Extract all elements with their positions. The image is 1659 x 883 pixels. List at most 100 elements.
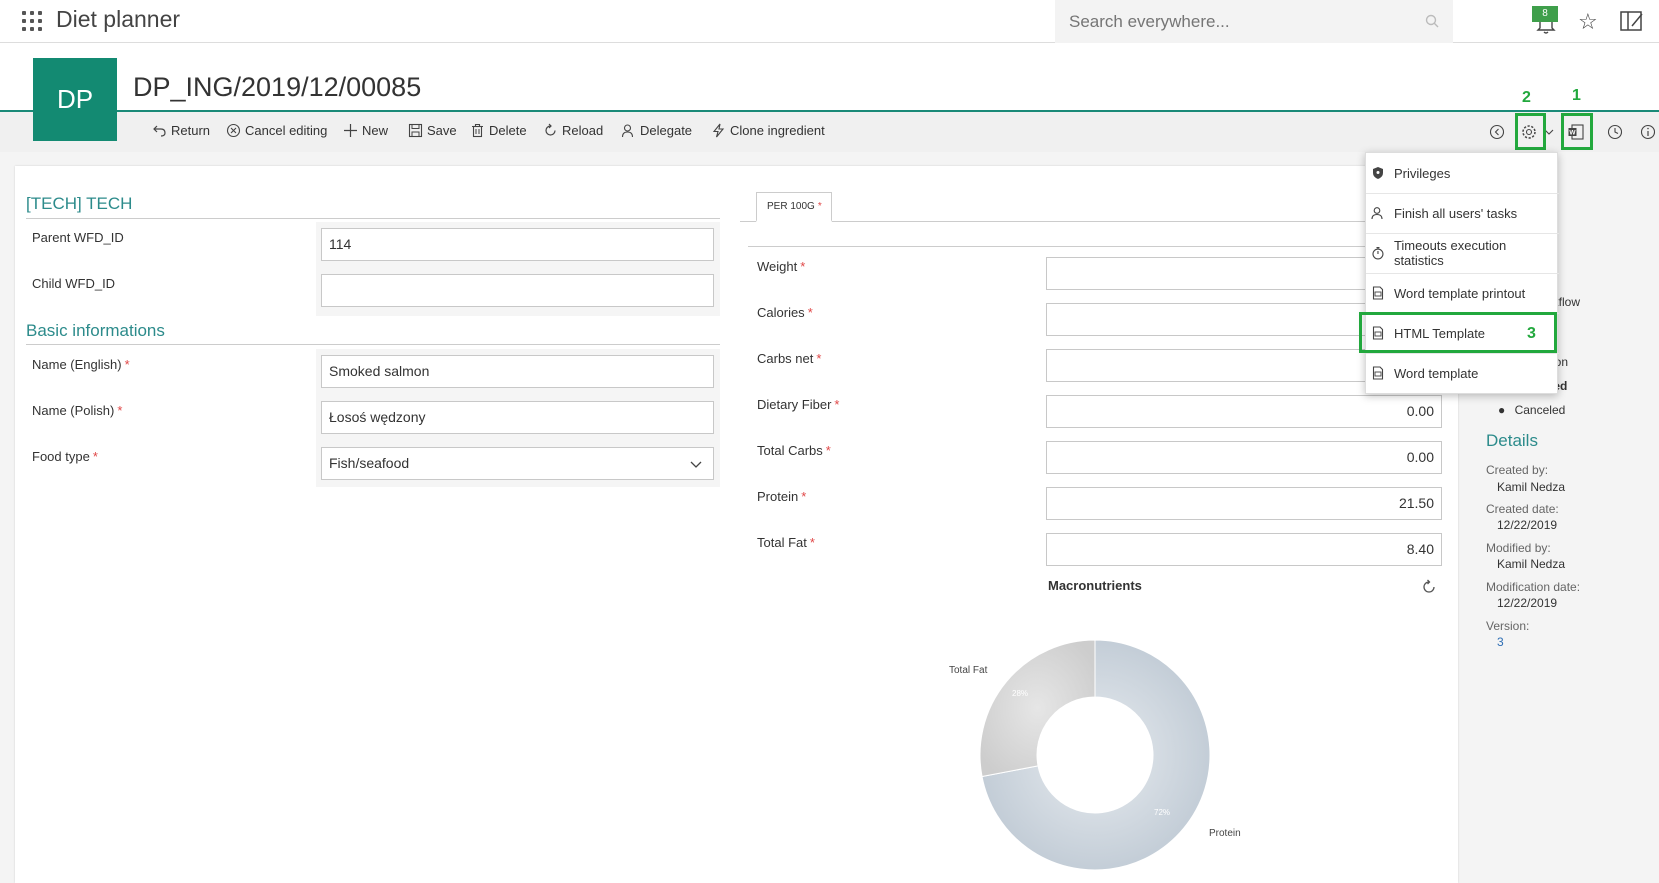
- clone-ingredient-button[interactable]: Clone ingredient: [711, 123, 825, 138]
- protein-text: Protein: [757, 489, 799, 504]
- created-by-label: Created by:: [1486, 463, 1549, 477]
- tech-section-divider: [26, 218, 720, 219]
- menu-item-privileges-label: Privileges: [1394, 165, 1451, 181]
- delete-label: Delete: [489, 123, 527, 138]
- required-marker: *: [809, 535, 815, 550]
- modification-date-label: Modification date:: [1486, 580, 1581, 594]
- food-type-label: Food type *: [32, 449, 98, 464]
- canceled-item: ● Canceled: [1498, 403, 1566, 417]
- refresh-icon[interactable]: [1420, 578, 1438, 596]
- clock-icon[interactable]: [1606, 123, 1624, 141]
- cancel-editing-button[interactable]: Cancel editing: [226, 123, 327, 138]
- annotation-2: 2: [1522, 89, 1531, 106]
- star-icon[interactable]: ☆: [1578, 9, 1598, 35]
- donut-slice-total-fat[interactable]: [979, 639, 1096, 778]
- annotation-1: 1: [1572, 87, 1581, 104]
- tab-strip-line: [740, 221, 1420, 222]
- protein-label: Protein *: [757, 489, 806, 504]
- cancel-circle-icon: [226, 123, 241, 138]
- dietary-fiber-field[interactable]: 0.00: [1046, 395, 1442, 428]
- required-marker: *: [817, 201, 822, 212]
- save-button[interactable]: Save: [408, 123, 457, 138]
- app-launcher-icon[interactable]: [22, 11, 42, 31]
- page-title: DP_ING/2019/12/00085: [133, 72, 422, 102]
- action-toolbar: Return Cancel editing New Save Delete Re…: [0, 112, 1659, 152]
- delegate-button[interactable]: Delegate: [621, 123, 692, 138]
- highlight-word: [1561, 113, 1593, 150]
- dietary-fiber-text: Dietary Fiber: [757, 397, 832, 412]
- layout-icon[interactable]: [1620, 10, 1644, 32]
- chart-title: Macronutrients: [1048, 578, 1142, 593]
- name-polish-field[interactable]: Łosoś wędzony: [321, 401, 714, 434]
- name-polish-text: Name (Polish): [32, 403, 115, 418]
- total-fat-field[interactable]: 8.40: [1046, 533, 1442, 566]
- food-type-select[interactable]: Fish/seafood: [321, 447, 714, 480]
- required-marker: *: [92, 449, 98, 464]
- search-icon[interactable]: [1425, 14, 1439, 28]
- menu-item-word-printout[interactable]: Word template printout: [1366, 273, 1559, 313]
- child-wfd-label: Child WFD_ID: [32, 276, 116, 291]
- total-carbs-label: Total Carbs *: [757, 443, 831, 458]
- required-marker: *: [807, 305, 813, 320]
- return-label: Return: [171, 123, 211, 138]
- name-polish-label: Name (Polish) *: [32, 403, 122, 418]
- trash-icon: [472, 123, 483, 138]
- required-marker: *: [800, 259, 806, 274]
- clone-ingredient-label: Clone ingredient: [730, 123, 825, 138]
- document-icon: [1372, 366, 1384, 380]
- created-date-label: Created date:: [1486, 502, 1559, 516]
- created-by-value: Kamil Nedza: [1497, 480, 1566, 494]
- save-icon: [408, 123, 423, 138]
- return-button[interactable]: Return: [152, 123, 210, 138]
- top-bar: Diet planner 8 ☆: [0, 0, 1659, 43]
- child-wfd-field[interactable]: [321, 274, 714, 307]
- required-marker: *: [816, 351, 822, 366]
- delegate-label: Delegate: [640, 123, 693, 138]
- tab-per-100g-label: PER 100G: [767, 201, 815, 212]
- parent-wfd-field[interactable]: 114: [321, 228, 714, 261]
- highlight-gear: [1515, 113, 1546, 150]
- person-icon: [1371, 207, 1383, 220]
- menu-item-timeouts[interactable]: Timeouts execution statistics: [1366, 233, 1559, 273]
- modified-by-value: Kamil Nedza: [1497, 557, 1566, 571]
- menu-item-finish-tasks[interactable]: Finish all users' tasks: [1366, 193, 1559, 233]
- shield-icon: [1373, 167, 1383, 179]
- basic-section-title: Basic informations: [26, 321, 165, 340]
- tech-section-title: [TECH] TECH: [26, 194, 133, 213]
- slice-percent-fat: 28%: [1012, 689, 1029, 698]
- required-marker: *: [825, 443, 831, 458]
- name-english-field[interactable]: Smoked salmon: [321, 355, 714, 388]
- settings-dropdown-menu: Privileges Finish all users' tasks Timeo…: [1365, 152, 1559, 394]
- tab-content-divider: [748, 246, 1418, 247]
- parent-wfd-label: Parent WFD_ID: [32, 230, 124, 245]
- slice-percent-protein: 72%: [1154, 808, 1171, 817]
- reload-button[interactable]: Reload: [543, 123, 603, 138]
- created-date-value: 12/22/2019: [1497, 518, 1558, 532]
- weight-label: Weight *: [757, 259, 805, 274]
- circle-left-icon[interactable]: [1488, 123, 1506, 141]
- version-link[interactable]: 3: [1497, 635, 1504, 649]
- return-icon: [153, 125, 166, 137]
- new-button[interactable]: New: [343, 123, 388, 138]
- carbs-net-text: Carbs net: [757, 351, 814, 366]
- search-input[interactable]: [1055, 0, 1453, 43]
- name-english-text: Name (English): [32, 357, 122, 372]
- modified-by-label: Modified by:: [1486, 541, 1551, 555]
- protein-field[interactable]: 21.50: [1046, 487, 1442, 520]
- calories-label: Calories *: [757, 305, 813, 320]
- person-icon: [621, 124, 634, 138]
- slice-label-total-fat: Total Fat: [949, 665, 988, 676]
- info-icon[interactable]: [1639, 123, 1657, 141]
- menu-item-privileges[interactable]: Privileges: [1366, 153, 1559, 193]
- total-carbs-text: Total Carbs: [757, 443, 823, 458]
- total-fat-text: Total Fat: [757, 535, 807, 550]
- weight-text: Weight: [757, 259, 798, 274]
- annotation-3: 3: [1527, 325, 1536, 342]
- menu-item-finish-tasks-label: Finish all users' tasks: [1394, 205, 1518, 221]
- menu-item-word-template[interactable]: Word template: [1366, 353, 1559, 393]
- new-label: New: [362, 123, 389, 138]
- total-carbs-field[interactable]: 0.00: [1046, 441, 1442, 474]
- name-english-label: Name (English) *: [32, 357, 130, 372]
- tab-per-100g[interactable]: PER 100G *: [756, 192, 832, 222]
- delete-button[interactable]: Delete: [470, 123, 527, 138]
